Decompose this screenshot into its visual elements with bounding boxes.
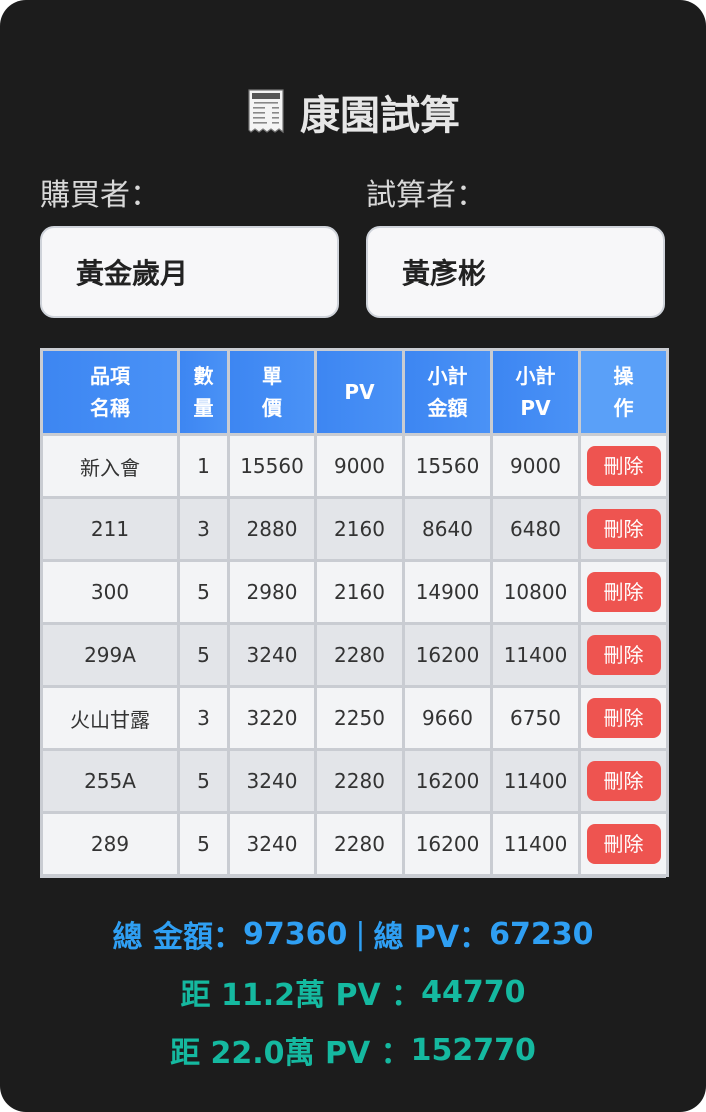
action-cell: 刪除 (581, 499, 666, 559)
page-title: 康園試算 (0, 82, 706, 142)
pv-cell: 2160 (317, 562, 402, 622)
table-row: 火山甘露 3 3220 2250 9660 6750 刪除 (43, 688, 666, 748)
receipt-icon (248, 89, 284, 134)
action-cell: 刪除 (581, 436, 666, 496)
subtotal-amount-cell: 16200 (405, 625, 490, 685)
item-name-cell: 300 (43, 562, 177, 622)
action-cell: 刪除 (581, 625, 666, 685)
buyer-value: 黃金歲月 (76, 257, 189, 290)
distance-1-value: 44770 (421, 974, 526, 1010)
quantity-cell: 5 (180, 625, 227, 685)
table-row: 新入會 1 15560 9000 15560 9000 刪除 (43, 436, 666, 496)
pv-cell: 2280 (317, 814, 402, 874)
unit-price-cell: 3240 (230, 751, 314, 811)
item-name-cell: 火山甘露 (43, 688, 177, 748)
item-name-cell: 新入會 (43, 436, 177, 496)
table-row: 300 5 2980 2160 14900 10800 刪除 (43, 562, 666, 622)
item-name-cell: 255A (43, 751, 177, 811)
distance-2-label: 距 22.0萬 PV ： (170, 1036, 411, 1071)
quantity-cell: 1 (180, 436, 227, 496)
subtotal-pv-cell: 9000 (493, 436, 578, 496)
pv-cell: 2280 (317, 751, 402, 811)
header-unit-price: 單價 (230, 351, 314, 433)
quantity-cell: 3 (180, 688, 227, 748)
unit-price-cell: 15560 (230, 436, 314, 496)
total-pv-label: 總 PV： (373, 920, 490, 955)
distance-1-label: 距 11.2萬 PV ： (180, 978, 422, 1013)
pv-cell: 9000 (317, 436, 402, 496)
subtotal-amount-cell: 14900 (405, 562, 490, 622)
quantity-cell: 5 (180, 562, 227, 622)
header-subtotal-amount: 小計 金額 (405, 351, 490, 433)
table-row: 289 5 3240 2280 16200 11400 刪除 (43, 814, 666, 874)
delete-button[interactable]: 刪除 (586, 572, 661, 612)
distance-line-1: 距 11.2萬 PV ： 44770 (0, 970, 706, 1014)
unit-price-cell: 3240 (230, 625, 314, 685)
totals-line: 總 金額： 97360 | 總 PV： 67230 (0, 912, 706, 956)
total-amount-label: 總 金額： (112, 920, 243, 955)
quantity-cell: 3 (180, 499, 227, 559)
unit-price-cell: 2980 (230, 562, 314, 622)
action-cell: 刪除 (581, 751, 666, 811)
distance-2-value: 152770 (410, 1032, 536, 1068)
totals-separator: | (355, 916, 366, 952)
item-name-cell: 289 (43, 814, 177, 874)
item-name-cell: 211 (43, 499, 177, 559)
calculator-value: 黃彥彬 (402, 257, 487, 290)
subtotal-amount-cell: 16200 (405, 814, 490, 874)
buyer-label: 購買者： (40, 178, 160, 213)
table-row: 211 3 2880 2160 8640 6480 刪除 (43, 499, 666, 559)
header-action: 操作 (581, 351, 666, 433)
delete-button[interactable]: 刪除 (586, 635, 661, 675)
delete-button[interactable]: 刪除 (586, 509, 661, 549)
buyer-field[interactable]: 黃金歲月 (40, 226, 339, 318)
delete-button[interactable]: 刪除 (586, 446, 661, 486)
unit-price-cell: 2880 (230, 499, 314, 559)
total-amount-value: 97360 (242, 916, 348, 952)
table-row: 255A 5 3240 2280 16200 11400 刪除 (43, 751, 666, 811)
pv-cell: 2160 (317, 499, 402, 559)
subtotal-amount-cell: 8640 (405, 499, 490, 559)
item-name-cell: 299A (43, 625, 177, 685)
pv-cell: 2280 (317, 625, 402, 685)
title-text: 康園試算 (300, 93, 460, 139)
subtotal-amount-cell: 16200 (405, 751, 490, 811)
pv-cell: 2250 (317, 688, 402, 748)
quantity-cell: 5 (180, 814, 227, 874)
delete-button[interactable]: 刪除 (586, 761, 661, 801)
header-pv: PV (317, 351, 402, 433)
action-cell: 刪除 (581, 688, 666, 748)
subtotal-pv-cell: 6480 (493, 499, 578, 559)
calculator-card: 康園試算 購買者： 試算者： 黃金歲月 黃彥彬 品項 名稱 數量 單價 PV 小計… (0, 0, 706, 1112)
table-row: 299A 5 3240 2280 16200 11400 刪除 (43, 625, 666, 685)
total-pv-value: 67230 (489, 916, 594, 952)
subtotal-pv-cell: 11400 (493, 751, 578, 811)
header-subtotal-pv: 小計 PV (493, 351, 578, 433)
delete-button[interactable]: 刪除 (586, 824, 661, 864)
unit-price-cell: 3220 (230, 688, 314, 748)
calculator-label: 試算者： (366, 178, 486, 213)
action-cell: 刪除 (581, 814, 666, 874)
header-quantity: 數量 (180, 351, 227, 433)
table-header-row: 品項 名稱 數量 單價 PV 小計 金額 小計 PV 操作 (43, 351, 666, 433)
calculator-field[interactable]: 黃彥彬 (366, 226, 665, 318)
subtotal-pv-cell: 11400 (493, 814, 578, 874)
subtotal-pv-cell: 10800 (493, 562, 578, 622)
subtotal-amount-cell: 15560 (405, 436, 490, 496)
action-cell: 刪除 (581, 562, 666, 622)
distance-line-2: 距 22.0萬 PV ： 152770 (0, 1028, 706, 1072)
items-table: 品項 名稱 數量 單價 PV 小計 金額 小計 PV 操作 新入會 1 15560 9000… (40, 348, 669, 878)
header-item-name: 品項 名稱 (43, 351, 177, 433)
subtotal-amount-cell: 9660 (405, 688, 490, 748)
subtotal-pv-cell: 6750 (493, 688, 578, 748)
unit-price-cell: 3240 (230, 814, 314, 874)
subtotal-pv-cell: 11400 (493, 625, 578, 685)
quantity-cell: 5 (180, 751, 227, 811)
delete-button[interactable]: 刪除 (586, 698, 661, 738)
